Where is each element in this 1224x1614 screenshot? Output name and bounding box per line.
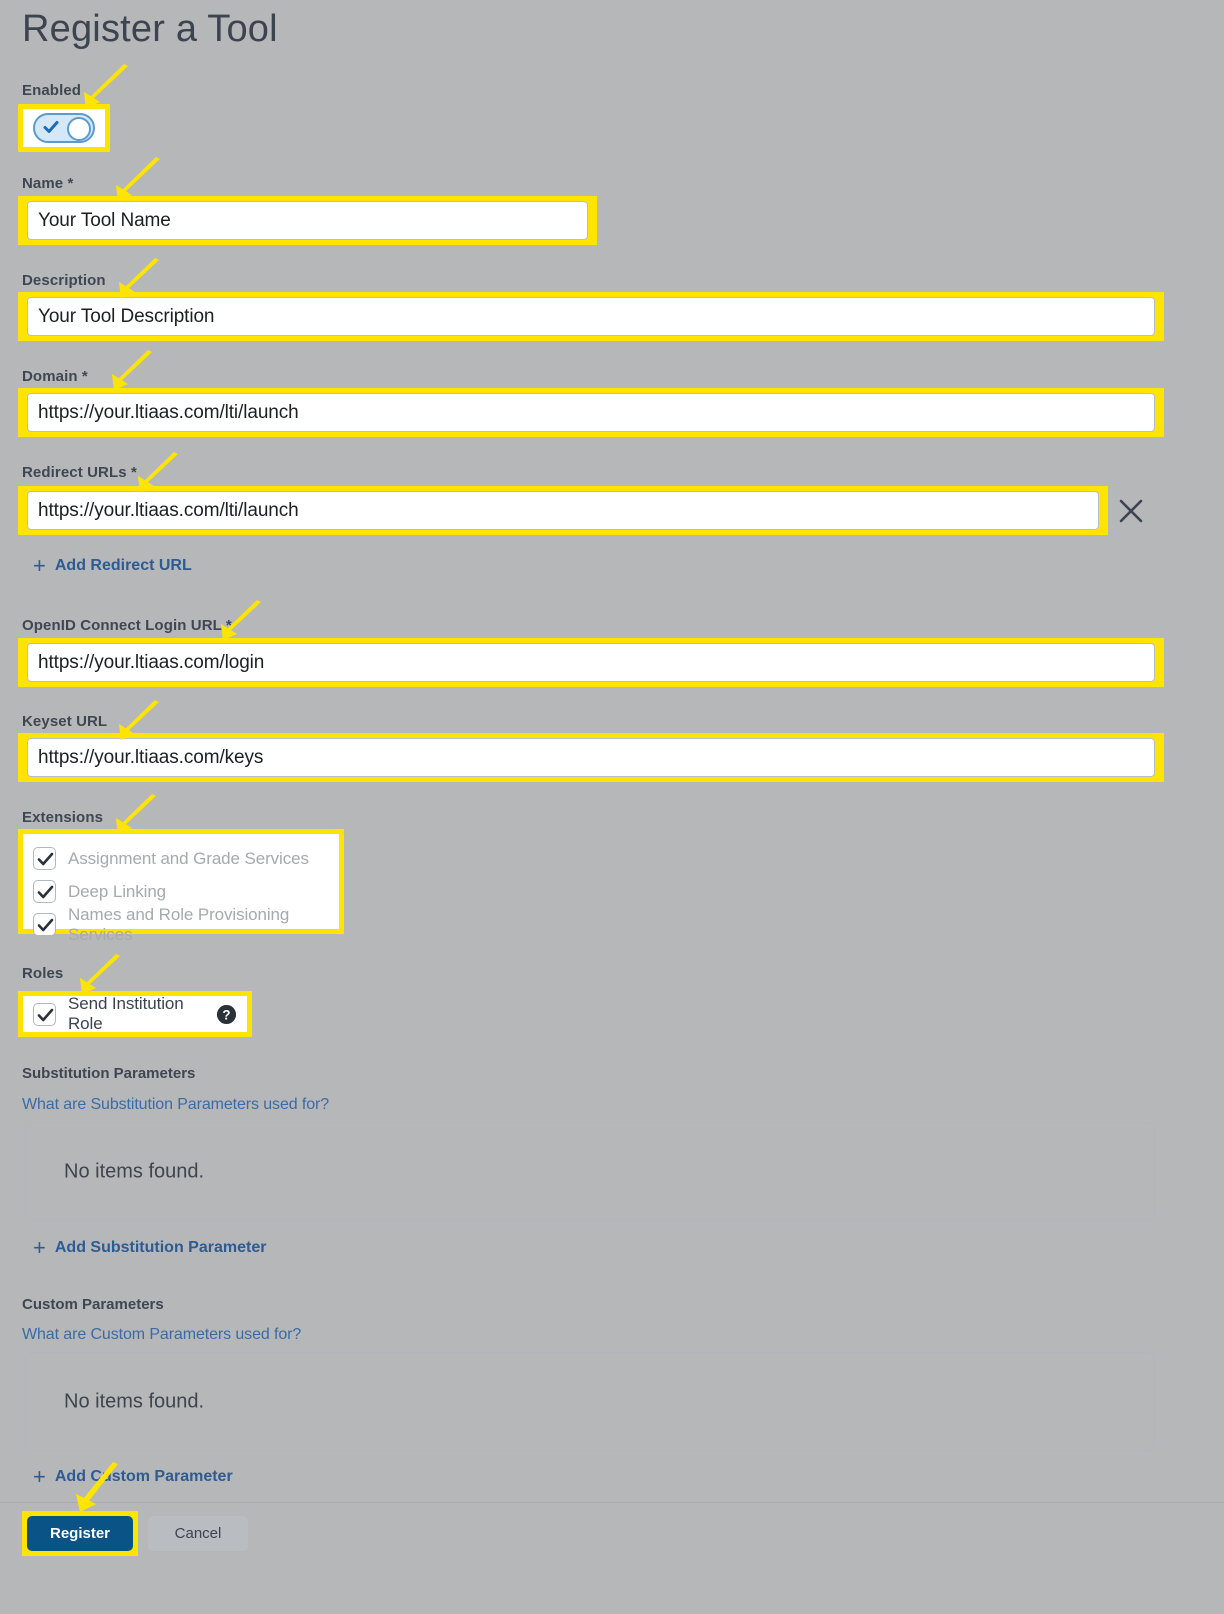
redirect-url-input[interactable] xyxy=(27,491,1099,530)
enabled-label: Enabled xyxy=(22,82,81,99)
add-substitution-parameter-label: Add Substitution Parameter xyxy=(54,1239,267,1256)
checkbox-checked-icon[interactable] xyxy=(33,880,56,903)
toggle-track[interactable] xyxy=(33,113,95,143)
checkbox-checked-icon[interactable] xyxy=(33,847,56,870)
add-substitution-parameter-button[interactable]: + Add Substitution Parameter xyxy=(33,1237,266,1259)
domain-input[interactable] xyxy=(27,393,1155,432)
enabled-toggle[interactable] xyxy=(23,109,105,147)
domain-required-marker: * xyxy=(81,368,88,385)
page-title: Register a Tool xyxy=(22,8,278,50)
redirect-urls-required-marker: * xyxy=(130,464,137,481)
toggle-knob[interactable] xyxy=(67,117,91,141)
role-item-send-institution-role[interactable]: Send Institution Role ? xyxy=(33,994,237,1033)
custom-parameters-heading: Custom Parameters xyxy=(22,1296,164,1313)
roles-label-text: Roles xyxy=(22,965,64,982)
roles-panel: Send Institution Role ? xyxy=(23,994,247,1033)
redirect-urls-label: Redirect URLs * xyxy=(22,464,137,481)
roles-label: Roles xyxy=(22,965,63,982)
close-icon[interactable] xyxy=(1114,494,1148,528)
add-redirect-url-button[interactable]: + Add Redirect URL xyxy=(33,555,192,577)
substitution-parameters-help-link[interactable]: What are Substitution Parameters used fo… xyxy=(22,1096,329,1114)
role-item-label: Send Institution Role xyxy=(68,994,184,1033)
extension-item-label: Assignment and Grade Services xyxy=(68,848,309,868)
description-label: Description xyxy=(22,272,106,289)
description-input[interactable] xyxy=(27,297,1155,336)
custom-parameters-help-link[interactable]: What are Custom Parameters used for? xyxy=(22,1326,301,1344)
custom-parameters-empty-text: No items found. xyxy=(64,1390,205,1412)
register-tool-page: Register a Tool Enabled Name * Descripti… xyxy=(0,0,1224,1614)
annotation-arrow-domain xyxy=(112,350,152,390)
extension-item-label: Names and Role Provisioning Services xyxy=(68,904,290,944)
extension-item-deep-linking[interactable]: Deep Linking xyxy=(33,875,329,908)
openid-login-url-label-text: OpenID Connect Login URL xyxy=(22,617,222,634)
substitution-parameters-empty-box: No items found. xyxy=(25,1122,1155,1221)
extension-item-label: Deep Linking xyxy=(68,881,167,901)
checkbox-checked-icon[interactable] xyxy=(33,913,56,936)
plus-icon: + xyxy=(33,1464,46,1489)
add-custom-parameter-label: Add Custom Parameter xyxy=(54,1468,233,1485)
extension-item-ags[interactable]: Assignment and Grade Services xyxy=(33,842,329,875)
substitution-parameters-heading: Substitution Parameters xyxy=(22,1065,196,1082)
extensions-panel: Assignment and Grade Services Deep Linki… xyxy=(23,834,339,944)
keyset-url-input[interactable] xyxy=(27,738,1155,777)
annotation-arrow-roles xyxy=(80,954,120,994)
openid-login-url-label: OpenID Connect Login URL * xyxy=(22,617,232,634)
cancel-button[interactable]: Cancel xyxy=(148,1516,248,1551)
name-label-text: Name xyxy=(22,175,64,192)
extensions-label-text: Extensions xyxy=(22,809,104,826)
domain-label: Domain * xyxy=(22,368,88,385)
name-label: Name * xyxy=(22,175,73,192)
keyset-url-label-text: Keyset URL xyxy=(22,713,108,730)
add-redirect-url-label: Add Redirect URL xyxy=(54,557,192,574)
check-icon xyxy=(43,121,59,133)
extensions-label: Extensions xyxy=(22,809,103,826)
substitution-parameters-empty-text: No items found. xyxy=(64,1160,205,1182)
footer-divider xyxy=(0,1502,1224,1503)
custom-parameters-empty-box: No items found. xyxy=(25,1352,1155,1451)
plus-icon: + xyxy=(33,1235,46,1260)
enabled-label-text: Enabled xyxy=(22,82,82,99)
extension-item-nrps[interactable]: Names and Role Provisioning Services xyxy=(33,905,329,944)
name-required-marker: * xyxy=(67,175,74,192)
domain-label-text: Domain xyxy=(22,368,78,385)
add-custom-parameter-button[interactable]: + Add Custom Parameter xyxy=(33,1466,233,1488)
openid-login-url-required-marker: * xyxy=(225,617,232,634)
checkbox-checked-icon[interactable] xyxy=(33,1002,56,1026)
svg-text:?: ? xyxy=(222,1007,230,1022)
redirect-urls-label-text: Redirect URLs xyxy=(22,464,127,481)
keyset-url-label: Keyset URL xyxy=(22,713,107,730)
plus-icon: + xyxy=(33,553,46,578)
openid-login-url-input[interactable] xyxy=(27,643,1155,682)
name-input[interactable] xyxy=(27,201,588,240)
help-circle-icon[interactable]: ? xyxy=(216,1004,237,1025)
description-label-text: Description xyxy=(22,272,106,289)
register-button[interactable]: Register xyxy=(27,1516,133,1551)
